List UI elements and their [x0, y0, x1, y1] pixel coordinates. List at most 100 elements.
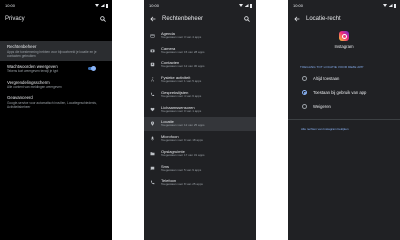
permission-text: Sms Toegestaan voor 5 van 9 apps [161, 164, 201, 173]
permission-item[interactable]: Gesprekslijsten Toegestaan voor 4 van 6 a… [144, 87, 256, 102]
all-permissions-link[interactable]: Alle rechten van Instagram bekijken [301, 127, 400, 131]
permission-text: Opslagruimte Toegestaan voor 17 van 31 ap… [161, 149, 205, 158]
sms-icon [150, 166, 155, 171]
app-header: Instagram [288, 31, 400, 49]
pref-subtitle: Alle content van meldingen weergeven [7, 85, 62, 90]
permission-subtitle: Toegestaan voor 4 van 6 apps [161, 93, 202, 98]
section-label: TOEGANG TOT LOCATIE VOOR DEZE APP [300, 65, 364, 69]
page-title: Privacy [5, 15, 25, 22]
permission-text: Microfoon Toegestaan voor 9 van 18 apps [161, 134, 203, 143]
permission-text: Contacten Toegestaan voor 12 van 30 apps [161, 60, 205, 69]
pref-show-passwords[interactable]: Wachtwoorden weergeven Tekens kort weerg… [0, 61, 112, 77]
permission-item[interactable]: Microfoon Toegestaan voor 9 van 18 apps [144, 131, 256, 146]
option-label: Altijd toestaan [313, 76, 340, 81]
permission-text: Camera Toegestaan voor 15 van 28 apps [161, 46, 205, 55]
heart-icon [150, 107, 155, 112]
status-icons [239, 3, 252, 8]
permission-text: Locatie Toegestaan voor 12 van 25 apps [161, 119, 205, 128]
page-title: Locatie-recht [306, 15, 341, 22]
signal-icon [244, 4, 249, 7]
status-bar: 10:00 [288, 0, 400, 11]
pref-subtitle: Tekens kort weergeven terwijl je typt [7, 69, 59, 74]
battery-icon [250, 3, 252, 8]
search-icon[interactable] [243, 15, 251, 23]
pref-subtitle: Apps die toestemming hebben voor bijvoor… [7, 49, 97, 58]
radio-button[interactable] [302, 76, 307, 81]
privacy-screen: 10:00 Privacy Rechtenbeheer Apps die toe… [0, 0, 112, 240]
permission-item[interactable]: Opslagruimte Toegestaan voor 17 van 31 ap… [144, 146, 256, 161]
permission-text: Telefoon Toegestaan voor 8 van 25 apps [161, 178, 203, 187]
app-bar: Privacy [0, 11, 112, 26]
permission-subtitle: Toegestaan voor 5 van 9 apps [161, 167, 202, 172]
permission-subtitle: Toegestaan voor 3 van 4 apps [161, 34, 202, 39]
pref-rechtenbeheer[interactable]: Rechtenbeheer Apps die toestemming hebbe… [0, 41, 112, 61]
signal-icon [100, 4, 105, 7]
status-bar: 10:00 [144, 0, 256, 11]
permission-item[interactable]: Sms Toegestaan voor 5 van 9 apps [144, 161, 256, 176]
option-label: Toestaan bij gebruik van app [313, 90, 367, 95]
activity-icon [150, 77, 155, 82]
permission-item[interactable]: Lichaamssensoren Toegestaan voor 0 van 1 … [144, 102, 256, 117]
status-time: 10:00 [5, 3, 16, 8]
search-icon[interactable] [99, 15, 107, 23]
back-arrow-icon[interactable] [293, 15, 301, 23]
show-passwords-toggle[interactable] [88, 66, 96, 71]
wifi-icon [383, 4, 387, 7]
location-options: Altijd toestaan Toestaan bij gebruik van … [288, 72, 400, 113]
permission-item[interactable]: Contacten Toegestaan voor 12 van 30 apps [144, 58, 256, 73]
permission-item[interactable]: Fysieke activiteit Toegestaan voor 1 van … [144, 72, 256, 87]
status-icons [95, 3, 108, 8]
permission-subtitle: Toegestaan voor 1 van 5 apps [161, 79, 202, 84]
pref-subtitle: Google-service voor automatisch invullen… [7, 100, 97, 110]
page-title: Rechtenbeheer [162, 15, 204, 22]
permission-item[interactable]: Telefoon Toegestaan voor 8 van 25 apps [144, 176, 256, 191]
radio-button[interactable] [302, 104, 307, 109]
camera-icon [150, 48, 155, 53]
permission-subtitle: Toegestaan voor 8 van 25 apps [161, 182, 203, 187]
permission-item[interactable]: Locatie Toegestaan voor 12 van 25 apps [144, 116, 256, 132]
back-arrow-icon[interactable] [149, 15, 157, 23]
permission-text: Gesprekslijsten Toegestaan voor 4 van 6 a… [161, 90, 201, 99]
status-bar: 10:00 [0, 0, 112, 11]
app-bar: Locatie-recht [288, 11, 400, 26]
location-option[interactable]: Toestaan bij gebruik van app [288, 86, 400, 99]
status-icons [383, 3, 396, 8]
permission-manager-screen: 10:00 Rechtenbeheer Agenda Toegestaan voo… [144, 0, 256, 240]
permission-subtitle: Toegestaan voor 0 van 1 apps [161, 108, 202, 113]
location-permission-screen: 10:00 Locatie-recht Instagram TOEGANG TO… [288, 0, 400, 240]
permission-text: Lichaamssensoren Toegestaan voor 0 van 1 … [161, 105, 201, 114]
status-time: 10:00 [149, 3, 160, 8]
radio-button[interactable] [302, 90, 307, 95]
pref-advanced[interactable]: Geavanceerd Google-service voor automati… [0, 92, 112, 112]
instagram-icon [339, 31, 349, 41]
permission-subtitle: Toegestaan voor 9 van 18 apps [161, 138, 203, 143]
battery-icon [394, 3, 396, 8]
location-icon [150, 121, 155, 127]
microphone-icon [150, 136, 155, 141]
location-option[interactable]: Altijd toestaan [288, 72, 400, 85]
contacts-icon [150, 62, 155, 67]
call-log-icon [150, 92, 155, 97]
divider [288, 119, 400, 120]
pref-lock-screen[interactable]: Vergrendelingsscherm Alle content van me… [0, 77, 112, 93]
wifi-icon [95, 4, 99, 7]
permission-item[interactable]: Agenda Toegestaan voor 3 van 4 apps [144, 28, 256, 43]
permission-subtitle: Toegestaan voor 15 van 28 apps [161, 49, 205, 54]
calendar-icon [150, 33, 155, 38]
app-bar: Rechtenbeheer [144, 11, 256, 26]
permission-list: Agenda Toegestaan voor 3 van 4 apps Camera… [144, 28, 256, 190]
permission-text: Agenda Toegestaan voor 3 van 4 apps [161, 31, 201, 40]
phone-icon [150, 180, 155, 185]
permission-item[interactable]: Camera Toegestaan voor 15 van 28 apps [144, 43, 256, 58]
permission-subtitle: Toegestaan voor 12 van 30 apps [161, 64, 205, 69]
status-time: 10:00 [293, 3, 304, 8]
signal-icon [388, 4, 393, 7]
location-option[interactable]: Weigeren [288, 100, 400, 113]
permission-text: Fysieke activiteit Toegestaan voor 1 van … [161, 75, 201, 84]
wifi-icon [239, 4, 243, 7]
app-name: Instagram [334, 44, 354, 49]
battery-icon [106, 3, 108, 8]
folder-icon [150, 151, 155, 156]
permission-subtitle: Toegestaan voor 12 van 25 apps [161, 123, 205, 128]
option-label: Weigeren [313, 104, 331, 109]
